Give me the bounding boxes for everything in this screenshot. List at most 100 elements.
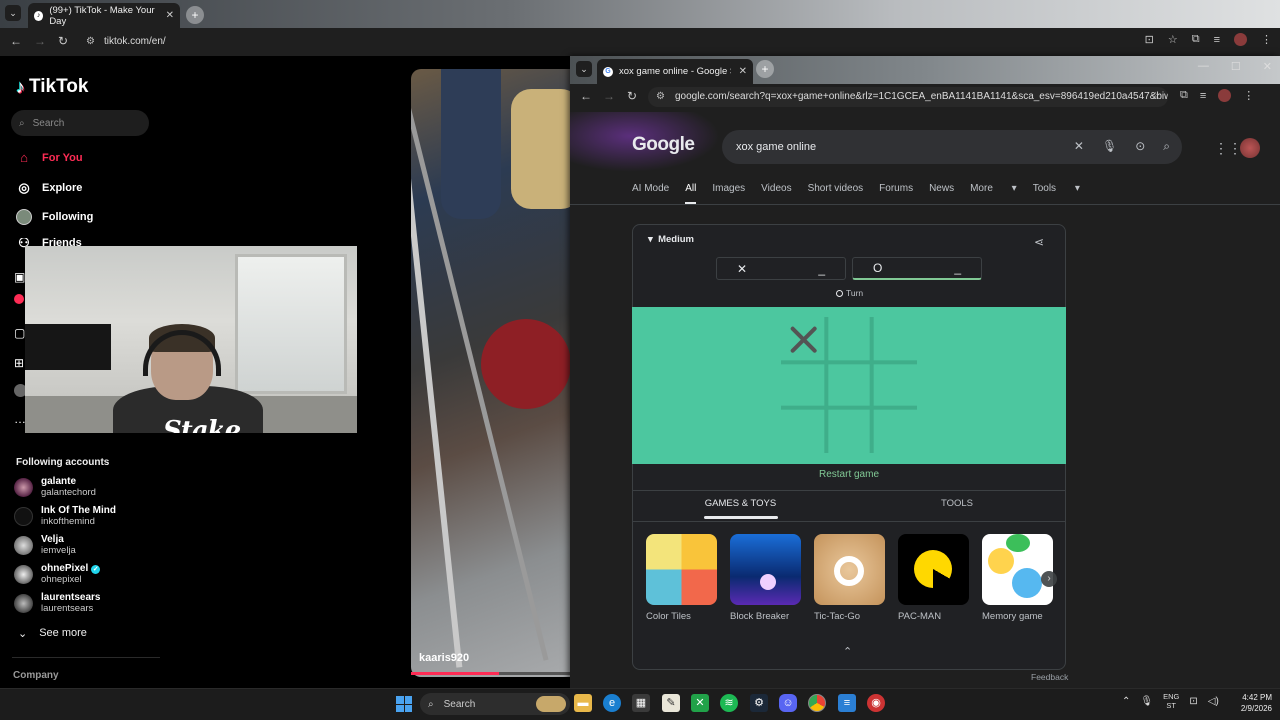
discord-icon[interactable]: ☺ [779, 694, 797, 712]
game-label[interactable]: PAC-MAN [898, 611, 941, 622]
game-board[interactable] [781, 317, 917, 453]
google-address-bar[interactable]: ⚙ google.com/search?q=xox+game+online&rl… [648, 87, 1168, 107]
spotify-icon[interactable]: ≋ [720, 694, 738, 712]
messages-icon[interactable]: ▢ [14, 326, 25, 340]
excel-icon[interactable]: ✕ [691, 694, 709, 712]
block-breaker-thumbnail[interactable] [730, 534, 801, 605]
nav-for-you[interactable]: ⌂ For You [16, 150, 82, 165]
tiktok-video-player[interactable] [411, 69, 581, 677]
notes-icon[interactable]: ✎ [662, 694, 680, 712]
notepad-icon[interactable]: ≡ [838, 694, 856, 712]
tab-search-button[interactable]: ⌄ [576, 61, 592, 77]
windows-start-icon[interactable] [396, 696, 412, 712]
tab-news[interactable]: News [929, 183, 954, 204]
site-info-icon[interactable]: ⚙ [656, 87, 665, 107]
upload-icon[interactable]: ▣ [14, 270, 25, 284]
tic-tac-go-thumbnail[interactable] [814, 534, 885, 605]
tab-forums[interactable]: Forums [879, 183, 913, 204]
back-icon[interactable]: ← [10, 34, 22, 48]
tiktok-logo[interactable]: ♪ TikTok [16, 76, 88, 98]
tab-search-button[interactable]: ⌄ [5, 5, 21, 21]
chevron-up-icon[interactable]: ⌃ [843, 645, 852, 658]
camera-icon[interactable]: ⊙ [1135, 139, 1145, 154]
tiktok-address-bar[interactable]: ⚙ tiktok.com/en/ [80, 33, 1180, 51]
game-label[interactable]: Tic-Tac-Go [814, 611, 860, 622]
see-more-button[interactable]: ⌄ See more [18, 627, 87, 640]
video-progress-bar[interactable] [411, 672, 571, 675]
restart-game-button[interactable]: Restart game [632, 469, 1066, 480]
forward-icon[interactable]: → [603, 89, 615, 103]
apps-grid-icon[interactable]: ⋮⋮ [1214, 140, 1242, 157]
back-icon[interactable]: ← [580, 89, 592, 103]
account-item[interactable]: Velja iemvelja [14, 534, 76, 556]
chrome-icon[interactable] [808, 694, 826, 712]
tab-more[interactable]: More ▾ [970, 183, 1017, 204]
feedback-link[interactable]: Feedback [1031, 672, 1068, 682]
search-icon[interactable]: ⌕ [1163, 139, 1170, 154]
new-tab-button[interactable]: + [186, 6, 204, 24]
steam-icon[interactable]: ⚙ [750, 694, 768, 712]
board-cell[interactable] [781, 408, 826, 453]
memory-game-thumbnail[interactable] [982, 534, 1053, 605]
media-controls-icon[interactable]: ≡ [1200, 90, 1206, 102]
tab-all[interactable]: All [685, 183, 697, 204]
live-icon[interactable]: ⊞ [14, 356, 24, 370]
maximize-icon[interactable]: ☐ [1231, 60, 1241, 73]
board-cell[interactable] [781, 317, 826, 362]
tab-short-videos[interactable]: Short videos [808, 183, 864, 204]
volume-icon[interactable]: ◁) [1208, 696, 1219, 707]
board-cell[interactable] [872, 362, 917, 407]
bookmark-star-icon[interactable]: ☆ [1168, 33, 1178, 46]
new-tab-button[interactable]: + [756, 60, 774, 78]
company-link[interactable]: Company [13, 670, 59, 681]
extensions-icon[interactable]: ⧉ [1192, 33, 1200, 46]
microphone-icon[interactable]: 🎙 [1102, 139, 1117, 154]
taskbar-clock[interactable]: 4:42 PM 2/9/2026 [1228, 692, 1272, 714]
share-icon[interactable]: ⋖ [1034, 235, 1044, 249]
close-window-icon[interactable]: ✕ [1263, 60, 1272, 73]
edge-icon[interactable]: e [603, 694, 621, 712]
menu-icon[interactable]: ⋮ [1243, 89, 1254, 102]
nav-explore[interactable]: ◎ Explore [16, 180, 82, 196]
google-account-avatar[interactable] [1240, 138, 1260, 158]
chevron-up-icon[interactable]: ⌃ [1122, 696, 1130, 707]
profile-avatar[interactable] [1218, 89, 1232, 102]
color-tiles-thumbnail[interactable] [646, 534, 717, 605]
tab-videos[interactable]: Videos [761, 183, 791, 204]
microphone-icon[interactable]: 🎙 [1140, 696, 1153, 707]
google-search-input[interactable]: xox game online ✕ 🎙 ⊙ ⌕ [722, 130, 1182, 164]
board-cell[interactable] [826, 317, 871, 362]
tiktok-browser-tab[interactable]: ♪ (99+) TikTok - Make Your Day ✕ [28, 3, 180, 28]
tiktok-search-input[interactable]: ⌕ Search [11, 110, 149, 136]
nav-following[interactable]: Following [16, 209, 93, 225]
file-explorer-icon[interactable]: ▬ [574, 694, 592, 712]
account-item[interactable]: Ink Of The Mind inkofthemind [14, 505, 116, 527]
google-logo[interactable]: Google [570, 112, 720, 172]
board-cell[interactable] [826, 408, 871, 453]
tab-images[interactable]: Images [712, 183, 745, 204]
tab-tools[interactable]: Tools ▾ [1033, 183, 1080, 204]
difficulty-select[interactable]: ▾ Medium [648, 234, 694, 245]
language-indicator[interactable]: ENG ST [1163, 692, 1179, 710]
install-app-icon[interactable]: ⊡ [1145, 33, 1154, 46]
forward-icon[interactable]: → [34, 34, 46, 48]
account-item[interactable]: galante galantechord [14, 476, 96, 498]
minimize-icon[interactable]: — [1198, 60, 1209, 73]
board-cell[interactable] [781, 362, 826, 407]
reload-icon[interactable]: ↻ [58, 34, 68, 48]
account-item[interactable]: ohnePixel ✓ ohnepixel [14, 563, 101, 585]
game-label[interactable]: Color Tiles [646, 611, 691, 622]
media-controls-icon[interactable]: ≡ [1214, 34, 1220, 46]
google-browser-tab[interactable]: G xox game online - Google Search ✕ [597, 59, 753, 84]
account-item[interactable]: laurentsears laurentsears [14, 592, 100, 614]
app-icon[interactable]: ◉ [867, 694, 885, 712]
bookmark-star-icon[interactable]: ☆ [1151, 87, 1160, 107]
chevron-right-icon[interactable]: › [1041, 571, 1057, 587]
close-tab-icon[interactable]: ✕ [166, 10, 174, 21]
site-info-icon[interactable]: ⚙ [86, 33, 95, 51]
reload-icon[interactable]: ↻ [627, 89, 637, 103]
game-label[interactable]: Memory game [982, 611, 1043, 622]
board-cell[interactable] [872, 317, 917, 362]
tab-tools-section[interactable]: TOOLS [920, 498, 994, 509]
pac-man-thumbnail[interactable] [898, 534, 969, 605]
